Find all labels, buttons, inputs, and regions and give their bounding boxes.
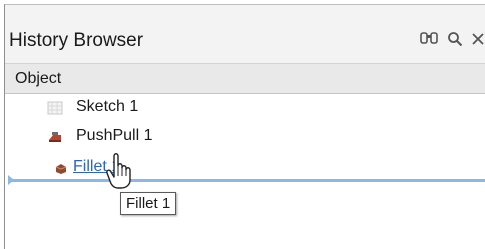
column-header-label: Object xyxy=(15,70,62,87)
fillet-icon xyxy=(55,162,67,174)
tree-item-label: PushPull 1 xyxy=(76,127,153,144)
tooltip: Fillet 1 xyxy=(120,192,177,215)
hand-cursor-icon xyxy=(104,150,138,190)
history-browser-panel: History Browser Object Sketch 1 PushPull… xyxy=(4,4,485,249)
column-header-object[interactable]: Object xyxy=(5,63,485,94)
panel-title: History Browser xyxy=(9,30,144,51)
tree-item-label: Sketch 1 xyxy=(76,98,139,115)
pushpull-icon xyxy=(47,129,63,145)
sketch-icon xyxy=(47,100,63,116)
search-icon[interactable] xyxy=(445,29,465,49)
binoculars-icon[interactable] xyxy=(419,29,439,49)
close-icon[interactable] xyxy=(468,29,485,49)
panel-titlebar: History Browser xyxy=(5,5,485,63)
insert-position-line[interactable] xyxy=(11,179,485,182)
